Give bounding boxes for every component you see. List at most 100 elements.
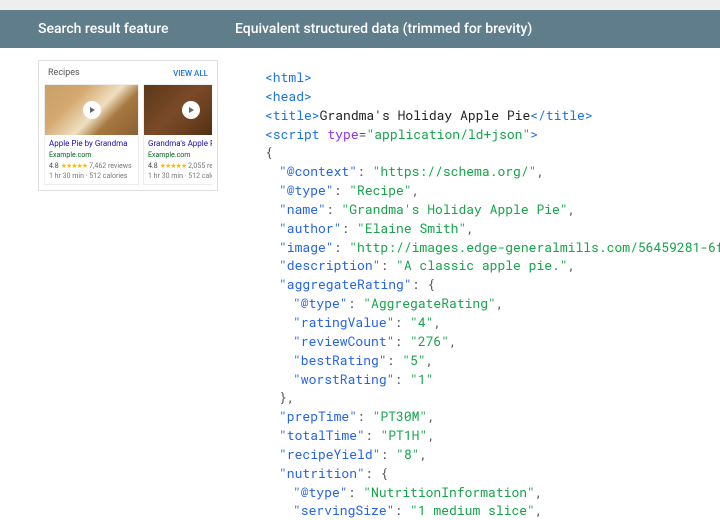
view-all-link[interactable]: VIEW ALL	[173, 69, 208, 78]
json-str: "http://images.edge-generalmills.com/564…	[349, 238, 720, 256]
code-punct: ,	[568, 256, 576, 274]
code-punct: {	[265, 143, 273, 161]
recipe-thumbnail	[45, 85, 138, 135]
json-key: "image"	[279, 238, 334, 256]
json-key: "nutrition"	[279, 464, 365, 482]
code-punct: :	[394, 313, 410, 331]
search-result-preview-pane: Recipes VIEW ALL Apple Pie by Grandma Ex…	[0, 48, 230, 520]
json-str: "1 medium slice"	[410, 501, 535, 519]
rating-value: 4.8	[49, 162, 59, 170]
json-str: "Recipe"	[349, 181, 411, 199]
json-key: "name"	[279, 200, 326, 218]
recipe-carousel-preview: Recipes VIEW ALL Apple Pie by Grandma Ex…	[38, 60, 218, 191]
json-str: "276"	[410, 332, 449, 350]
recipe-site: Example.com	[148, 151, 212, 159]
code-punct: ,	[449, 332, 457, 350]
json-str: "5"	[402, 351, 425, 369]
recipe-rating: 4.8 ★★★★★ 2,055 re	[148, 162, 212, 170]
recipe-rating: 4.8 ★★★★★ 7,462 reviews	[49, 162, 134, 170]
code-punct: : {	[365, 464, 388, 482]
code-punct: :	[357, 162, 373, 180]
json-str: "NutritionInformation"	[363, 483, 535, 501]
code-punct: : {	[412, 275, 435, 293]
code-punct: :	[380, 445, 396, 463]
top-bar	[0, 0, 720, 10]
play-icon[interactable]	[182, 101, 200, 119]
json-str: "8"	[396, 445, 419, 463]
recipe-card[interactable]: Apple Pie by Grandma Example.com 4.8 ★★★…	[44, 84, 139, 185]
code-punct: :	[394, 501, 410, 519]
header-col-feature: Search result feature	[0, 21, 230, 37]
table-header: Search result feature Equivalent structu…	[0, 10, 720, 48]
json-key: "@type"	[279, 181, 334, 199]
recipe-meta: 1 hr 30 min · 512 calories	[49, 172, 134, 180]
json-str: "Elaine Smith"	[357, 219, 466, 237]
code-tag: >	[530, 125, 538, 143]
play-icon[interactable]	[83, 101, 101, 119]
json-str: "PT1H"	[380, 426, 427, 444]
carousel-label: Recipes	[48, 68, 80, 78]
rating-value: 4.8	[148, 162, 158, 170]
code-punct: :	[394, 370, 410, 388]
code-text: Grandma's Holiday Apple Pie	[320, 106, 531, 124]
code-block: <html> <head> <title>Grandma's Holiday A…	[230, 48, 720, 520]
recipe-card[interactable]: Grandma's Apple P Example.com 4.8 ★★★★★ …	[143, 84, 212, 185]
code-punct: :	[357, 407, 373, 425]
code-punct: :	[326, 200, 342, 218]
code-punct: },	[279, 388, 295, 406]
code-tag: <script	[265, 125, 320, 143]
content-row: Recipes VIEW ALL Apple Pie by Grandma Ex…	[0, 48, 720, 520]
code-punct: :	[334, 181, 350, 199]
code-punct: ,	[427, 407, 435, 425]
json-str: "https://schema.org/"	[373, 162, 537, 180]
recipe-title[interactable]: Apple Pie by Grandma	[49, 139, 134, 149]
json-str: "AggregateRating"	[363, 294, 496, 312]
code-punct: ,	[535, 501, 543, 519]
code-punct: :	[348, 294, 364, 312]
code-punct: :	[348, 483, 364, 501]
code-tag: </title>	[530, 106, 592, 124]
json-key: "@type"	[293, 483, 348, 501]
json-str: "Grandma's Holiday Apple Pie"	[341, 200, 567, 218]
json-str: "A classic apple pie."	[396, 256, 568, 274]
json-key: "recipeYield"	[279, 445, 380, 463]
json-key: "@type"	[293, 294, 348, 312]
recipe-site: Example.com	[49, 151, 134, 159]
json-key: "servingSize"	[293, 501, 394, 519]
code-punct: ,	[536, 162, 544, 180]
code-tag: <title>	[265, 106, 320, 124]
json-key: "ratingValue"	[293, 313, 394, 331]
code-punct: :	[380, 256, 396, 274]
json-str: "PT30M"	[373, 407, 428, 425]
code-punct: ,	[426, 351, 434, 369]
recipe-thumbnail	[144, 85, 212, 135]
code-tag: <html>	[265, 68, 312, 86]
json-str: "1"	[410, 370, 433, 388]
json-key: "totalTime"	[279, 426, 365, 444]
json-key: "author"	[279, 219, 341, 237]
code-punct: ,	[433, 313, 441, 331]
code-punct: :	[334, 238, 350, 256]
review-count: 7,462 reviews	[89, 162, 132, 170]
code-punct: ,	[466, 219, 474, 237]
code-punct: :	[341, 219, 357, 237]
code-punct: :	[365, 426, 381, 444]
code-punct: ,	[496, 294, 504, 312]
json-key: "description"	[279, 256, 380, 274]
star-icons: ★★★★★	[160, 162, 186, 170]
code-punct: :	[394, 332, 410, 350]
json-key: "prepTime"	[279, 407, 357, 425]
code-punct: :	[387, 351, 403, 369]
header-col-structured-data: Equivalent structured data (trimmed for …	[230, 21, 720, 37]
code-punct: ,	[412, 181, 420, 199]
json-key: "@context"	[279, 162, 357, 180]
recipe-title[interactable]: Grandma's Apple P	[148, 139, 212, 149]
json-key: "reviewCount"	[293, 332, 394, 350]
star-icons: ★★★★★	[61, 162, 87, 170]
json-key: "worstRating"	[293, 370, 394, 388]
code-punct: ,	[568, 200, 576, 218]
code-tag: <head>	[265, 87, 312, 105]
json-key: "aggregateRating"	[279, 275, 412, 293]
json-key: "bestRating"	[293, 351, 387, 369]
recipe-meta: 1 hr 30 min · 512 calories	[148, 172, 212, 180]
